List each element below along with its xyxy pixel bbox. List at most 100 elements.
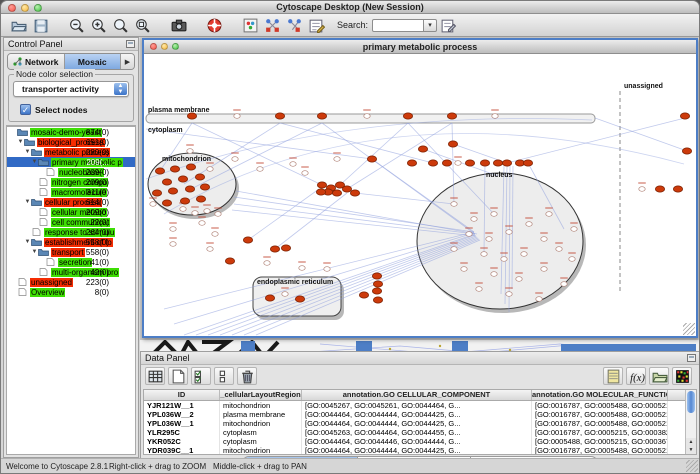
search-dropdown-arrow-icon[interactable]: ▾	[424, 19, 437, 32]
table-row[interactable]: YPL036W__1mitochondrion[GO:0044464, GO:0…	[144, 419, 685, 428]
annotation-button[interactable]	[305, 16, 327, 35]
network-graph[interactable]: plasma membranecytoplasmmitochondrionnuc…	[144, 54, 696, 336]
tree-item-unassigned[interactable]: unassigned223(0)	[7, 277, 135, 287]
table-scrollbar[interactable]: ▲▼	[685, 390, 696, 454]
tab-mosaic[interactable]: Mosaic	[65, 54, 122, 69]
gene-node[interactable]	[350, 190, 359, 196]
gene-node[interactable]	[373, 281, 382, 287]
network-view-window[interactable]: primary metabolic process plasma membran…	[142, 38, 698, 338]
tree-item-nucleobase-[interactable]: nucleobase-209(0)	[7, 167, 135, 177]
zoom-out-button[interactable]	[65, 16, 87, 35]
gene-node[interactable]	[270, 246, 279, 252]
expand-triangle-icon[interactable]: ▼	[31, 249, 38, 255]
gene-node[interactable]	[281, 245, 290, 251]
tree-item-macromolecule[interactable]: macromolecule311(0)	[7, 187, 135, 197]
tree-item-response-to-stimulu[interactable]: response to stimulu264(0)	[7, 227, 135, 237]
gene-node[interactable]	[316, 189, 325, 195]
import-attributes-button[interactable]	[649, 367, 669, 385]
create-attribute-button[interactable]	[168, 367, 188, 385]
gene-node[interactable]	[275, 113, 284, 119]
gene-node[interactable]	[332, 190, 341, 196]
gene-node[interactable]	[162, 200, 171, 206]
tree-item-secretion[interactable]: secretion41(0)	[7, 257, 135, 267]
table-row[interactable]: YPL036W__2plasma membrane[GO:0044464, GO…	[144, 410, 685, 419]
float-data-panel-icon[interactable]	[687, 354, 696, 362]
gene-node[interactable]	[162, 179, 171, 185]
window-titlebar[interactable]: Cytoscape Desktop (New Session)	[1, 1, 699, 14]
layout-two-button[interactable]	[283, 16, 305, 35]
gene-node[interactable]	[407, 160, 416, 166]
table-row[interactable]: YLR295Ccytoplasm[GO:0045263, GO:0044464,…	[144, 428, 685, 437]
column-header[interactable]: annotation.GO CELLULAR_COMPONENT	[302, 390, 532, 400]
gene-node[interactable]	[178, 176, 187, 182]
select-nodes-checkbox[interactable]: ✓	[20, 104, 31, 115]
tree-item-metabolic-process[interactable]: ▼metabolic process280(0)	[7, 147, 135, 157]
gene-node[interactable]	[448, 141, 457, 147]
table-row[interactable]: YJR121W__1mitochondrion[GO:0045267, GO:0…	[144, 401, 685, 410]
tree-item-multi-organism-pro[interactable]: multi-organism pro42(0)	[7, 267, 135, 277]
tree-item-nitrogen-compo[interactable]: nitrogen compo209(0)	[7, 177, 135, 187]
gene-node[interactable]	[225, 258, 234, 264]
gene-node[interactable]	[655, 186, 664, 192]
float-panel-icon[interactable]	[126, 40, 135, 48]
tree-item-establishment-of-lo[interactable]: ▼establishment of lo558(0)	[7, 237, 135, 247]
gene-node[interactable]	[186, 164, 195, 170]
gene-node[interactable]	[367, 156, 376, 162]
tree-item-cell-communicat[interactable]: cell communicat22(0)	[7, 217, 135, 227]
export-image-button[interactable]	[167, 16, 189, 35]
tree-item-biological-process[interactable]: ▼biological_process651(0)	[7, 137, 135, 147]
view-resize-grip[interactable]	[683, 323, 695, 335]
gene-node[interactable]	[342, 186, 351, 192]
tree-item-mosaic-demo-yeast[interactable]: mosaic-demo-yeast874(0)	[7, 127, 135, 137]
gene-node[interactable]	[465, 160, 474, 166]
delete-attribute-button[interactable]	[237, 367, 257, 385]
tree-item-overview[interactable]: Overview8(0)	[7, 287, 135, 297]
open-file-button[interactable]	[7, 16, 29, 35]
gene-node[interactable]	[168, 188, 177, 194]
tree-item-transport[interactable]: ▼transport558(0)	[7, 247, 135, 257]
gene-node[interactable]	[372, 273, 381, 279]
gene-node[interactable]	[170, 166, 179, 172]
table-row[interactable]: YKR052Ccytoplasm[GO:0044464, GO:0044446,…	[144, 437, 685, 446]
tree-item-cellular-process[interactable]: ▼cellular process614(0)	[7, 197, 135, 207]
gene-node[interactable]	[447, 113, 456, 119]
gene-node[interactable]	[372, 288, 381, 294]
tree-item-cellular-metabo[interactable]: cellular metabo209(0)	[7, 207, 135, 217]
gene-node[interactable]	[317, 113, 326, 119]
unselect-attributes-button[interactable]	[214, 367, 234, 385]
gene-node[interactable]	[682, 148, 691, 154]
network-canvas[interactable]: plasma membranecytoplasmmitochondrionnuc…	[144, 54, 696, 336]
zoom-fit-button[interactable]	[109, 16, 131, 35]
table-row[interactable]: YDR039C__1mitochondrion[GO:0044464, GO:0…	[144, 446, 685, 454]
window-resize-grip[interactable]	[686, 460, 698, 472]
network-view-titlebar[interactable]: primary metabolic process	[144, 40, 696, 54]
zoom-in-button[interactable]	[87, 16, 109, 35]
gene-node[interactable]	[359, 292, 368, 298]
gene-node[interactable]	[265, 295, 274, 301]
gene-node[interactable]	[502, 160, 511, 166]
layout-one-button[interactable]	[261, 16, 283, 35]
tree-item-primary-metabolic-p[interactable]: ▼primary metabolic p209(...	[7, 157, 135, 167]
search-go-button[interactable]	[437, 16, 459, 35]
zoom-selected-button[interactable]	[131, 16, 153, 35]
expand-triangle-icon[interactable]: ▼	[17, 139, 24, 145]
column-header[interactable]: _cellularLayoutRegion	[220, 390, 302, 400]
gene-node[interactable]	[418, 146, 427, 152]
gene-node[interactable]	[403, 113, 412, 119]
help-button[interactable]	[203, 16, 225, 35]
search-input[interactable]	[372, 19, 424, 32]
gene-node[interactable]	[493, 160, 502, 166]
more-tabs-arrow-icon[interactable]: ▶	[121, 54, 134, 69]
gene-node[interactable]	[523, 160, 532, 166]
gene-node[interactable]	[680, 113, 689, 119]
gene-node[interactable]	[480, 160, 489, 166]
scrollbar-thumb[interactable]	[687, 391, 695, 413]
expand-triangle-icon[interactable]: ▼	[31, 159, 38, 165]
gene-node[interactable]	[155, 168, 164, 174]
column-header[interactable]: annotation.GO MOLECULAR_FUNCTION	[532, 390, 668, 400]
vizmapper-button[interactable]	[239, 16, 261, 35]
gene-node[interactable]	[195, 174, 204, 180]
gene-node[interactable]	[373, 297, 382, 303]
scrollbar-arrows[interactable]: ▲▼	[686, 438, 696, 454]
gene-node[interactable]	[428, 160, 437, 166]
